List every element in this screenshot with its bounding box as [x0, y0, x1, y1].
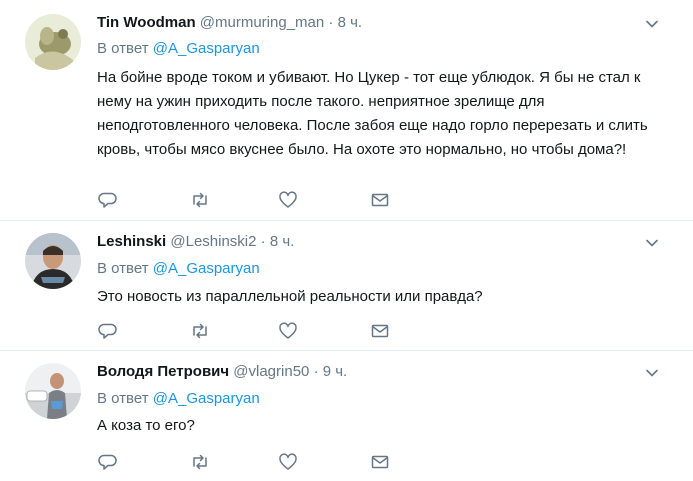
reply-prefix: В ответ	[97, 40, 149, 57]
tweet-header: Володя Петрович @vlagrin50 · 9 ч.	[97, 363, 347, 380]
retweet-icon[interactable]	[189, 320, 211, 342]
envelope-icon[interactable]	[369, 189, 391, 211]
reply-context: В ответ @A_Gasparyan	[97, 40, 260, 57]
tweet-header: Leshinski @Leshinski2 · 8 ч.	[97, 233, 294, 250]
reply-to-link[interactable]: @A_Gasparyan	[153, 40, 260, 57]
separator: ·	[313, 363, 319, 380]
tweet[interactable]: Володя Петрович @vlagrin50 · 9 ч. В отве…	[0, 351, 693, 481]
reply-context: В ответ @A_Gasparyan	[97, 260, 260, 277]
heart-icon[interactable]	[277, 320, 299, 342]
retweet-icon[interactable]	[189, 189, 211, 211]
reply-icon[interactable]	[97, 320, 119, 342]
avatar[interactable]	[25, 233, 81, 289]
timestamp[interactable]: 8 ч.	[270, 233, 295, 250]
separator: ·	[328, 14, 334, 31]
avatar[interactable]	[25, 363, 81, 419]
timestamp[interactable]: 9 ч.	[323, 363, 348, 380]
reply-icon[interactable]	[97, 189, 119, 211]
author-handle[interactable]: @vlagrin50	[233, 363, 309, 380]
reply-to-link[interactable]: @A_Gasparyan	[153, 260, 260, 277]
reply-to-link[interactable]: @A_Gasparyan	[153, 390, 260, 407]
reply-prefix: В ответ	[97, 260, 149, 277]
author-handle[interactable]: @murmuring_man	[200, 14, 324, 31]
author-name[interactable]: Tin Woodman	[97, 14, 196, 31]
heart-icon[interactable]	[277, 189, 299, 211]
tweet[interactable]: Tin Woodman @murmuring_man · 8 ч. В отве…	[0, 0, 693, 221]
tweet-text: На бойне вроде током и убивают. Но Цукер…	[97, 69, 648, 158]
tweet[interactable]: Leshinski @Leshinski2 · 8 ч. В ответ @A_…	[0, 221, 693, 351]
separator: ·	[260, 233, 266, 250]
reply-prefix: В ответ	[97, 390, 149, 407]
author-name[interactable]: Володя Петрович	[97, 363, 229, 380]
chevron-down-icon[interactable]	[644, 365, 660, 381]
reply-icon[interactable]	[97, 451, 119, 473]
tweet-header: Tin Woodman @murmuring_man · 8 ч.	[97, 14, 362, 31]
timestamp[interactable]: 8 ч.	[338, 14, 363, 31]
reply-context: В ответ @A_Gasparyan	[97, 390, 260, 407]
chevron-down-icon[interactable]	[644, 235, 660, 251]
retweet-icon[interactable]	[189, 451, 211, 473]
author-handle[interactable]: @Leshinski2	[170, 233, 256, 250]
author-name[interactable]: Leshinski	[97, 233, 166, 250]
heart-icon[interactable]	[277, 451, 299, 473]
chevron-down-icon[interactable]	[644, 16, 660, 32]
envelope-icon[interactable]	[369, 451, 391, 473]
tweet-text: Это новость из параллельной реальности и…	[97, 288, 483, 305]
avatar[interactable]	[25, 14, 81, 70]
envelope-icon[interactable]	[369, 320, 391, 342]
tweet-text: А коза то его?	[97, 417, 195, 434]
